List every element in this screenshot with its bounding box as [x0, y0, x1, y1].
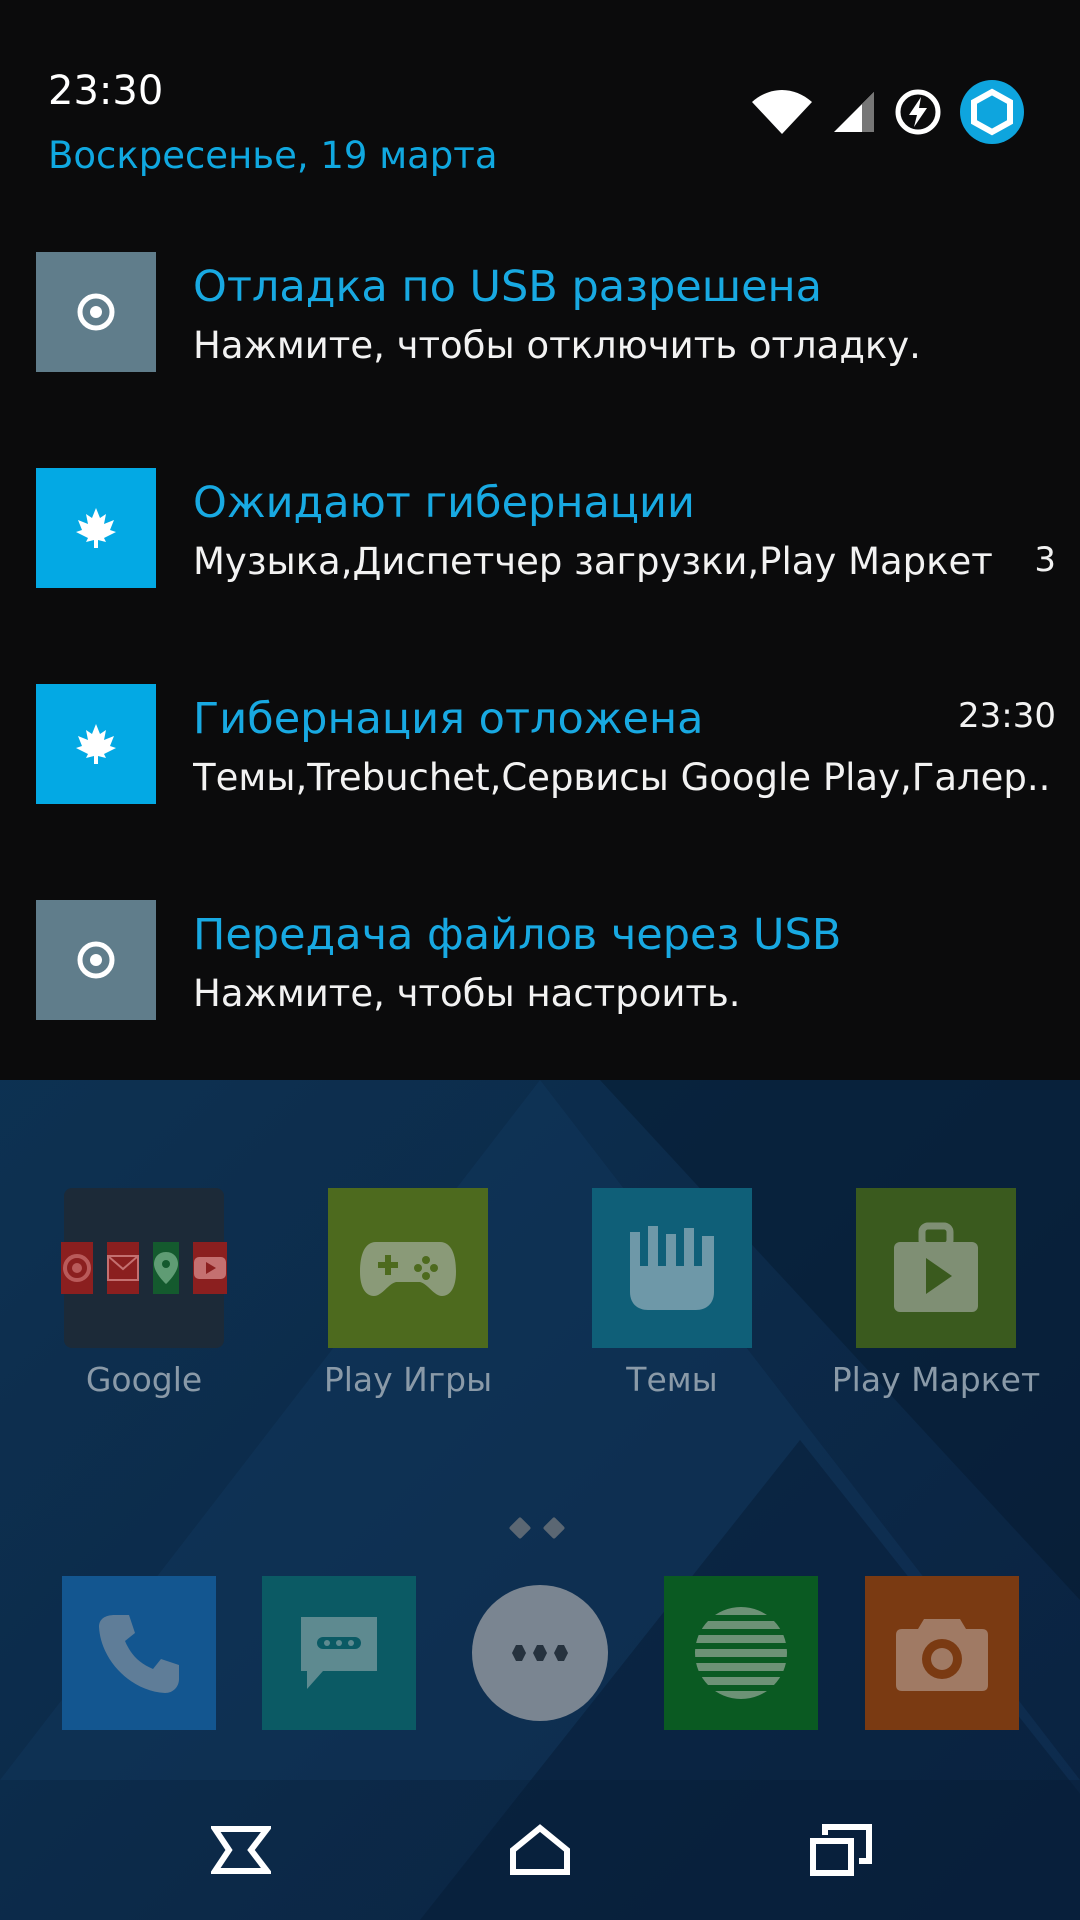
- app-label: Play Маркет: [831, 1360, 1041, 1399]
- app-play-market[interactable]: Play Маркет: [826, 1188, 1046, 1399]
- gamepad-icon: [328, 1188, 488, 1348]
- youtube-icon: [193, 1242, 227, 1294]
- messaging-icon[interactable]: [262, 1576, 416, 1730]
- app-label: Google: [85, 1360, 203, 1399]
- music-icon[interactable]: [664, 1576, 818, 1730]
- signal-icon: [834, 92, 874, 132]
- app-drawer-icon[interactable]: [463, 1576, 617, 1730]
- notification-hibernation-postponed[interactable]: Гибернация отложена Темы,Trebuchet,Серви…: [36, 684, 1056, 804]
- play-store-icon: [856, 1188, 1016, 1348]
- battery-charging-icon: [895, 89, 941, 135]
- notification-title: Передача файлов через USB: [193, 910, 842, 960]
- profile-hex-icon[interactable]: [960, 80, 1024, 144]
- status-date[interactable]: Воскресенье, 19 марта: [48, 134, 498, 177]
- maps-icon: [153, 1242, 179, 1294]
- page-dot: [542, 1516, 566, 1540]
- chrome-icon: [61, 1242, 93, 1294]
- notification-text: Темы,Trebuchet,Сервисы Google Play,Галер…: [193, 756, 1051, 799]
- google-folder-tile: [61, 1188, 227, 1348]
- app-themes[interactable]: Темы: [562, 1188, 782, 1399]
- maple-leaf-icon: [36, 468, 156, 588]
- usb-icon: [36, 252, 156, 372]
- notification-title: Гибернация отложена: [193, 694, 704, 744]
- recents-icon[interactable]: [796, 1810, 886, 1890]
- phone-icon[interactable]: [62, 1576, 216, 1730]
- page-dot: [508, 1516, 532, 1540]
- camera-icon[interactable]: [865, 1576, 1019, 1730]
- notification-text: Нажмите, чтобы отключить отладку.: [193, 324, 921, 367]
- notification-text: Нажмите, чтобы настроить.: [193, 972, 741, 1015]
- navigation-bar: [0, 1780, 1080, 1920]
- notification-shade: 23:30 Воскресенье, 19 марта Отладка по U…: [0, 0, 1080, 1080]
- notification-usb-file-transfer[interactable]: Передача файлов через USB Нажмите, чтобы…: [36, 900, 1056, 1020]
- app-label: Темы: [626, 1360, 718, 1399]
- notification-title: Отладка по USB разрешена: [193, 262, 823, 312]
- app-play-games[interactable]: Play Игры: [298, 1188, 518, 1399]
- usb-icon: [36, 900, 156, 1020]
- notification-title: Ожидают гибернации: [193, 478, 695, 528]
- status-icons: [750, 80, 1024, 144]
- app-label: Play Игры: [323, 1360, 493, 1399]
- app-google-folder[interactable]: Google: [34, 1188, 254, 1399]
- notification-time: 23:30: [958, 696, 1056, 736]
- notification-usb-debugging[interactable]: Отладка по USB разрешена Нажмите, чтобы …: [36, 252, 1056, 372]
- notification-awaiting-hibernation[interactable]: Ожидают гибернации Музыка,Диспетчер загр…: [36, 468, 1056, 588]
- page-indicator: [508, 1516, 566, 1540]
- maple-leaf-icon: [36, 684, 156, 804]
- gmail-icon: [107, 1242, 139, 1294]
- themes-icon: [592, 1188, 752, 1348]
- notification-count: 3: [1034, 540, 1056, 580]
- home-icon[interactable]: [495, 1810, 585, 1890]
- status-clock: 23:30: [48, 68, 164, 114]
- back-icon[interactable]: [196, 1810, 286, 1890]
- notification-text: Музыка,Диспетчер загрузки,Play Маркет: [193, 540, 993, 583]
- wifi-icon: [752, 90, 812, 134]
